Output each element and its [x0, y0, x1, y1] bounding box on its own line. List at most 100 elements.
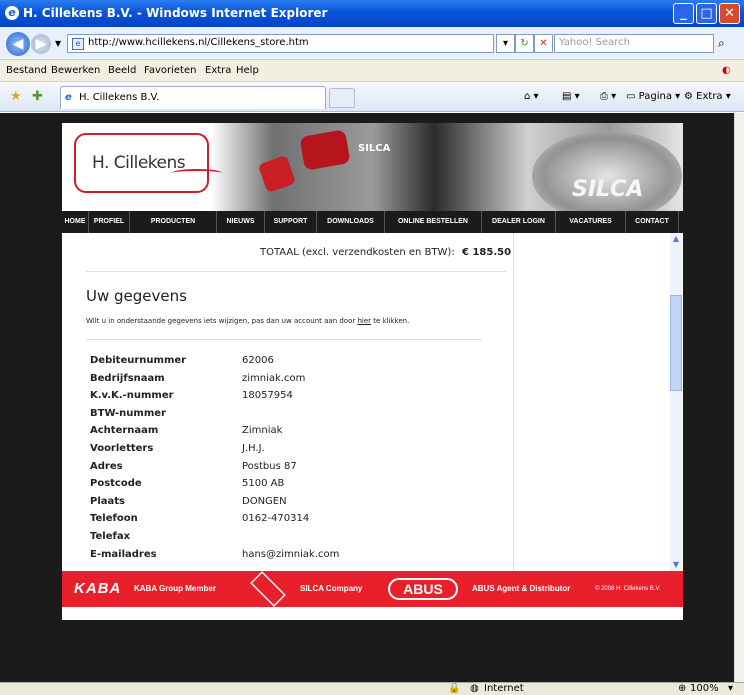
- window-title: H. Cillekens B.V. - Windows Internet Exp…: [23, 6, 328, 20]
- banner-key-disc: SILCA: [532, 131, 682, 211]
- nav-vacatures[interactable]: VACATURES: [556, 211, 626, 233]
- menu-beeld[interactable]: Beeld: [108, 65, 136, 76]
- detail-value: 62006: [242, 355, 274, 366]
- close-button[interactable]: ✕: [719, 3, 740, 24]
- nav-nieuws[interactable]: NIEUWS: [217, 211, 265, 233]
- page-menu[interactable]: ▭ Pagina ▾: [626, 91, 680, 102]
- favorites-star-icon[interactable]: ★: [10, 89, 22, 104]
- print-icon[interactable]: ⎙ ▾: [600, 91, 616, 102]
- extra-menu[interactable]: ⚙ Extra ▾: [684, 91, 731, 102]
- kaba-logo: KABA: [74, 580, 122, 597]
- security-icon: 🔒: [448, 683, 461, 694]
- detail-label: Adres: [90, 460, 123, 472]
- address-field[interactable]: e http://www.hcillekens.nl/Cillekens_sto…: [67, 34, 494, 53]
- page-viewport: H. Cillekens SILCA SILCA HOME PROFIEL PR…: [0, 113, 734, 682]
- zoom-level[interactable]: 100%: [690, 683, 719, 694]
- edit-account-link[interactable]: hier: [357, 317, 371, 325]
- nav-dealer-login[interactable]: DEALER LOGIN: [482, 211, 556, 233]
- favorites-bar: ★ ✚ e H. Cillekens B.V. ⌂ ▾ ▤ ▾ ⎙ ▾ ▭ Pa…: [0, 82, 744, 112]
- nav-profiel[interactable]: PROFIEL: [89, 211, 130, 233]
- kaba-text: KABA Group Member: [134, 584, 216, 593]
- address-value: http://www.hcillekens.nl/Cillekens_store…: [88, 37, 309, 48]
- menu-bestand[interactable]: Bestand: [6, 65, 47, 76]
- nav-home[interactable]: HOME: [62, 211, 89, 233]
- content-frame: TOTAAL (excl. verzendkosten en BTW): € 1…: [62, 233, 683, 571]
- detail-value: hans@zimniak.com: [242, 548, 340, 560]
- divider: [86, 339, 482, 340]
- menu-favorieten[interactable]: Favorieten: [144, 65, 196, 76]
- copyright: © 2008 H. Cillekens B.V.: [595, 586, 661, 592]
- content-scrollbar[interactable]: ▲ ▼: [670, 233, 682, 571]
- history-dropdown-icon[interactable]: ▼: [55, 39, 61, 48]
- forward-button[interactable]: ▶: [31, 34, 51, 54]
- menu-extra[interactable]: Extra: [205, 65, 231, 76]
- nav-online-bestellen[interactable]: ONLINE BESTELLEN: [385, 211, 482, 233]
- detail-label: Debiteurnummer: [90, 355, 187, 366]
- key-head-decoration: [299, 129, 351, 171]
- stop-icon[interactable]: ✕: [534, 34, 553, 53]
- address-dropdown-icon[interactable]: ▾: [496, 34, 515, 53]
- maximize-button[interactable]: □: [696, 3, 717, 24]
- info-text-before: Wilt u in onderstaande gegevens iets wij…: [86, 317, 358, 325]
- globe-icon: ◍: [470, 683, 479, 694]
- page-icon: e: [72, 38, 84, 50]
- window-scrollbar[interactable]: [734, 113, 744, 682]
- menu-bewerken[interactable]: Bewerken: [51, 65, 100, 76]
- total-value: € 185.50: [462, 247, 512, 258]
- detail-label: Voorletters: [90, 443, 154, 454]
- nav-support[interactable]: SUPPORT: [265, 211, 317, 233]
- detail-label: Telefax: [90, 531, 131, 542]
- yahoo-toolbar-icon[interactable]: ◐: [722, 65, 731, 76]
- menu-bar: Bestand Bewerken Beeld Favorieten Extra …: [0, 60, 744, 82]
- silca-text: SILCA Company: [300, 584, 363, 593]
- detail-value: 18057954: [242, 390, 293, 402]
- nav-downloads[interactable]: DOWNLOADS: [317, 211, 385, 233]
- scroll-thumb[interactable]: [670, 295, 682, 391]
- sidebar-column: [513, 233, 683, 571]
- zone-label: Internet: [484, 683, 524, 694]
- detail-value: J.H.J.: [242, 443, 265, 454]
- divider: [86, 271, 506, 272]
- detail-value: 5100 AB: [242, 478, 285, 490]
- banner-silca-text: SILCA: [358, 143, 391, 154]
- tab-label: H. Cillekens B.V.: [79, 92, 160, 103]
- address-toolbar: ◀ ▶ ▼ e http://www.hcillekens.nl/Cilleke…: [0, 27, 744, 60]
- search-icon[interactable]: ⌕: [718, 34, 734, 53]
- partner-footer: KABA KABA Group Member SILCA Company ABU…: [62, 571, 683, 607]
- tab-cillekens[interactable]: e H. Cillekens B.V.: [60, 86, 326, 109]
- nav-contact[interactable]: CONTACT: [626, 211, 679, 233]
- detail-value: 0162-470314: [242, 513, 310, 525]
- ie-icon: e: [5, 6, 19, 20]
- abus-text: ABUS Agent & Distributor: [472, 584, 571, 593]
- key-head-decoration: [257, 154, 297, 194]
- new-tab-button[interactable]: [329, 88, 355, 108]
- website: H. Cillekens SILCA SILCA HOME PROFIEL PR…: [62, 123, 683, 620]
- company-logo[interactable]: H. Cillekens: [74, 133, 222, 193]
- zoom-icon[interactable]: ⊕: [678, 683, 686, 694]
- detail-label: Bedrijfsnaam: [90, 372, 165, 384]
- zoom-dropdown-icon[interactable]: ▾: [728, 683, 733, 694]
- detail-label: Achternaam: [90, 425, 159, 437]
- add-favorite-icon[interactable]: ✚: [32, 89, 43, 104]
- scroll-down-icon[interactable]: ▼: [670, 559, 682, 571]
- logo-text: H. Cillekens: [92, 153, 186, 173]
- search-input[interactable]: Yahoo! Search: [554, 34, 714, 53]
- menu-help[interactable]: Help: [236, 65, 259, 76]
- detail-label: Postcode: [90, 478, 142, 490]
- extra-menu-label: Extra: [696, 91, 723, 102]
- banner-disc-text: SILCA: [572, 177, 644, 202]
- abus-logo: ABUS: [388, 578, 458, 600]
- detail-value: Postbus 87: [242, 460, 297, 472]
- nav-producten[interactable]: PRODUCTEN: [130, 211, 217, 233]
- home-icon[interactable]: ⌂ ▾: [524, 91, 539, 102]
- feeds-icon[interactable]: ▤ ▾: [562, 91, 580, 102]
- scroll-up-icon[interactable]: ▲: [670, 233, 682, 245]
- minimize-button[interactable]: _: [673, 3, 694, 24]
- refresh-icon[interactable]: ↻: [515, 34, 534, 53]
- detail-label: Telefoon: [90, 513, 138, 525]
- tab-ie-icon: e: [65, 92, 72, 103]
- total-label: TOTAAL (excl. verzendkosten en BTW):: [260, 247, 455, 258]
- back-button[interactable]: ◀: [6, 32, 30, 56]
- detail-label: Plaats: [90, 495, 125, 507]
- detail-value: DONGEN: [242, 495, 287, 507]
